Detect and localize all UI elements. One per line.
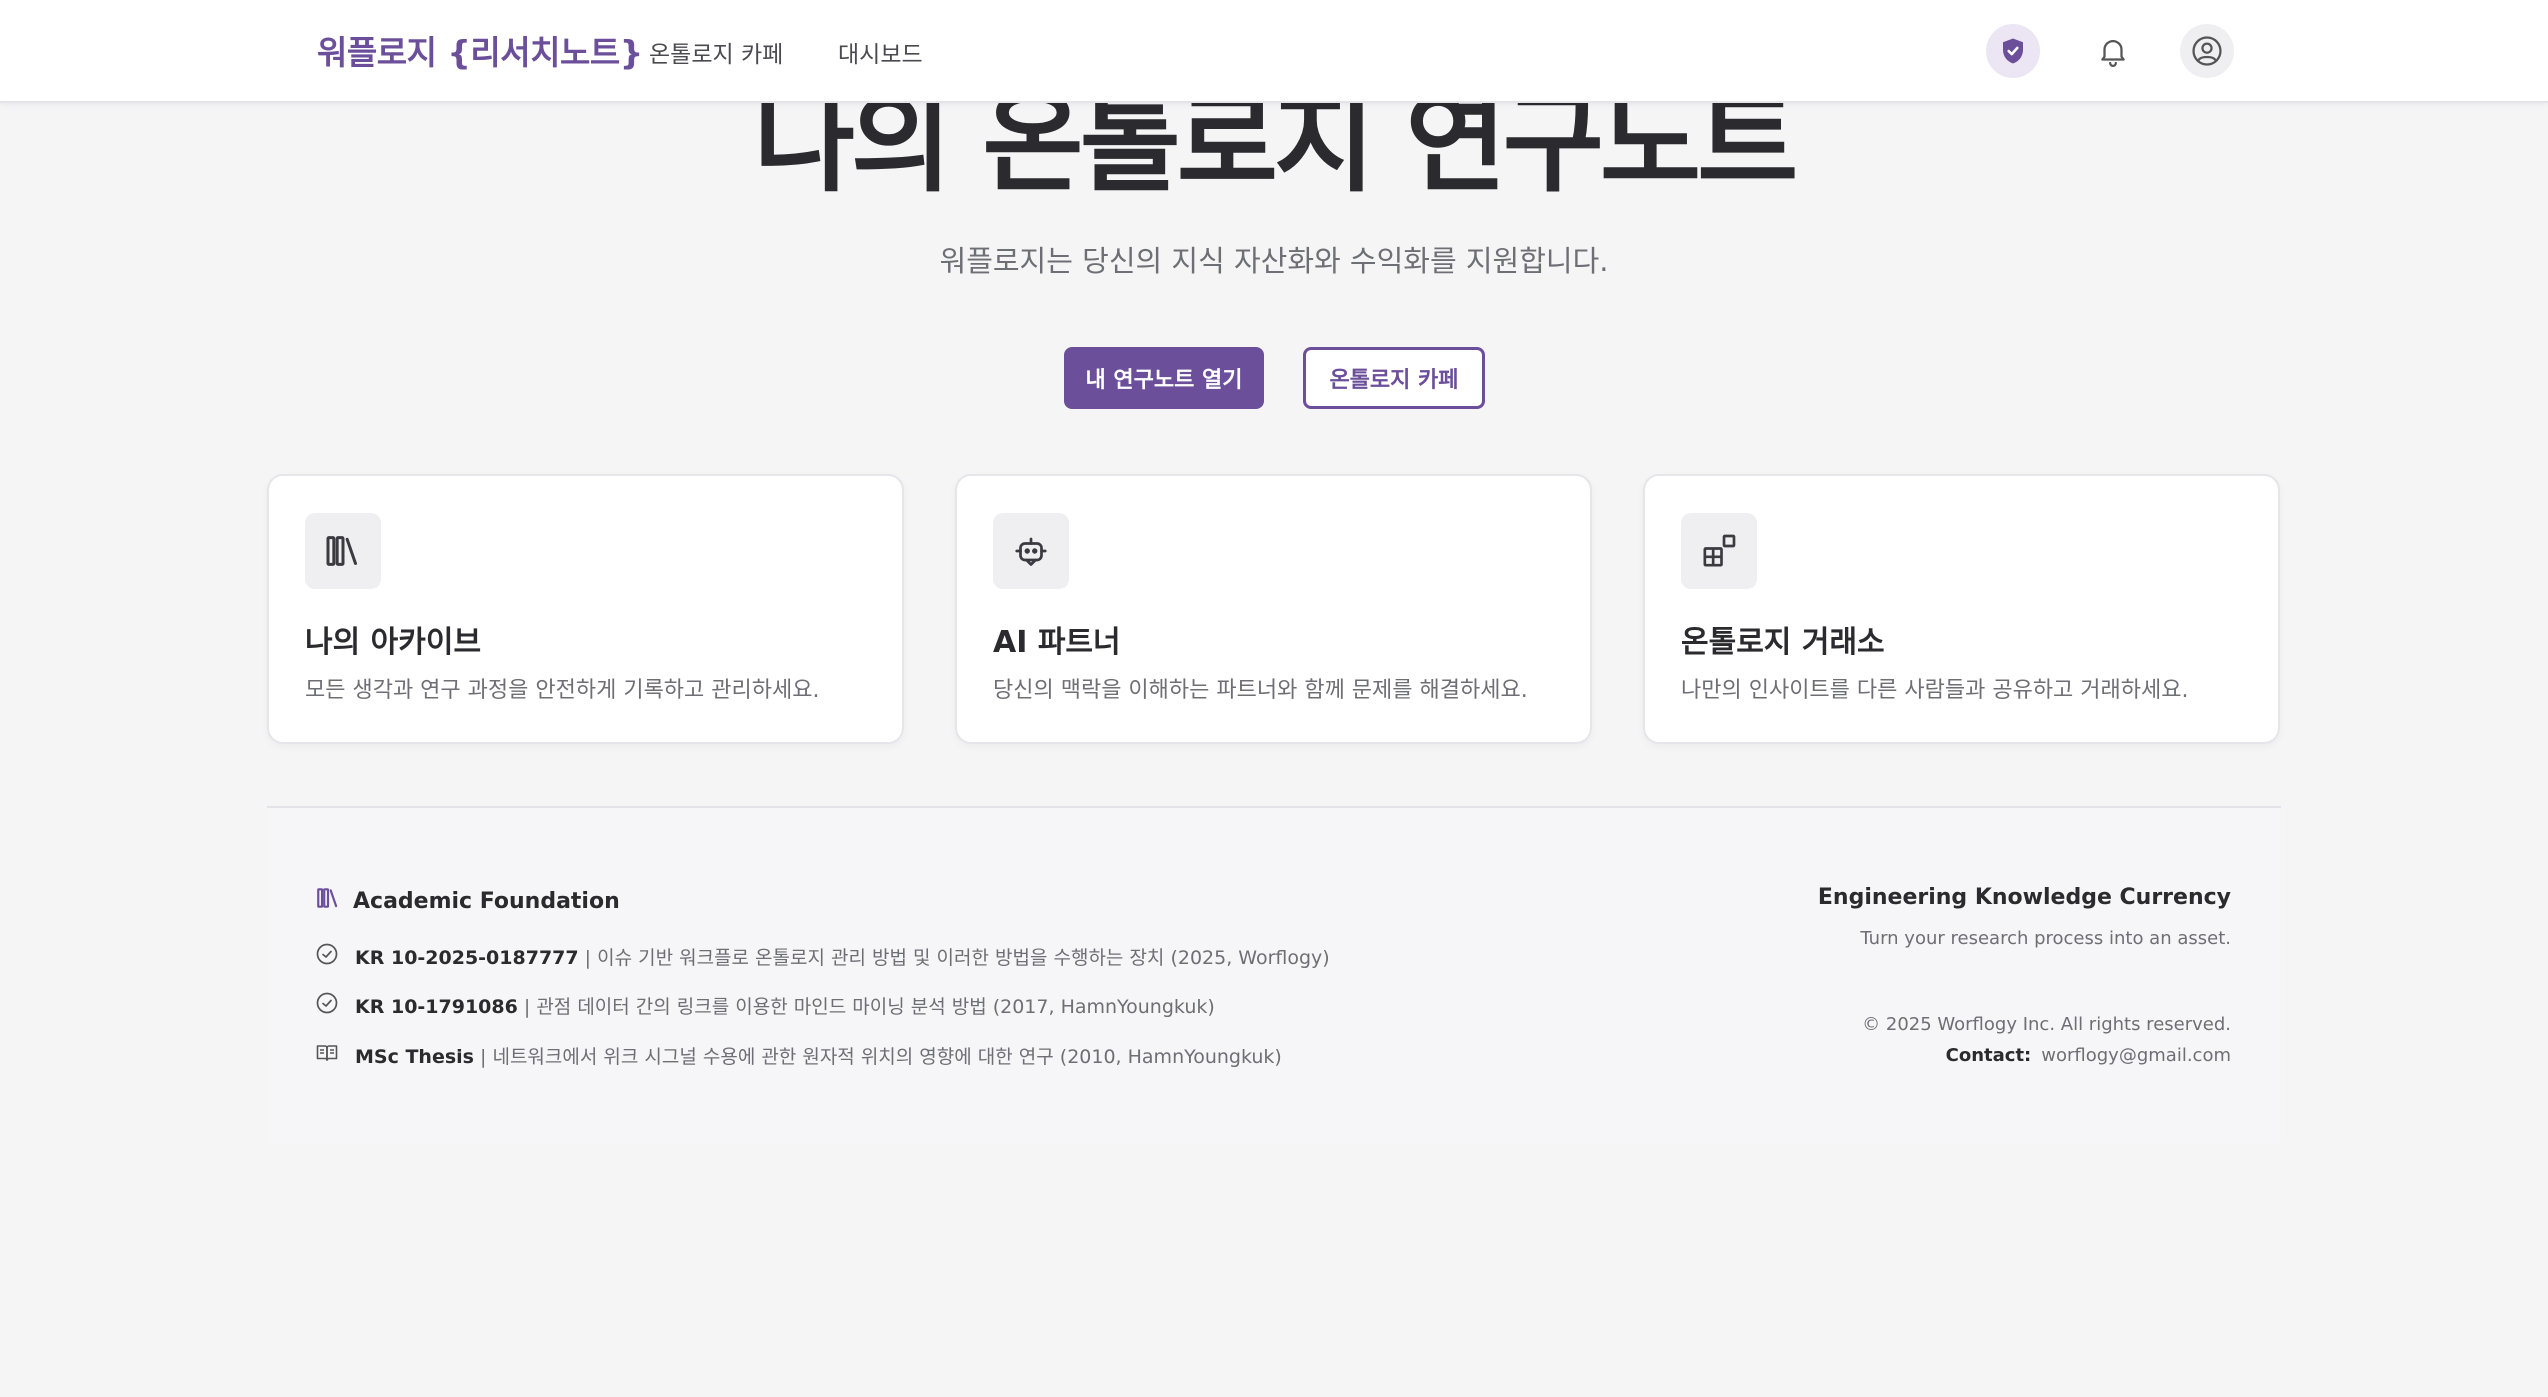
open-research-note-button[interactable]: 내 연구노트 열기: [1064, 347, 1264, 409]
hero-subtitle: 워플로지는 당신의 지식 자산화와 수익화를 지원합니다.: [939, 244, 1609, 278]
shield-check-icon[interactable]: [1986, 24, 2040, 78]
brand-logo[interactable]: 워플로지 {리서치노트}: [317, 26, 643, 74]
check-circle-icon: [315, 942, 339, 971]
copyright-text: © 2025 Worflogy Inc. All rights reserved…: [1862, 1014, 2231, 1035]
reference-label: KR 10-1791086: [355, 996, 518, 1018]
reference-text: | 네트워크에서 위크 시그널 수용에 관한 원자적 위치의 영향에 대한 연구…: [473, 1046, 1282, 1068]
blocks-icon: [1681, 513, 1757, 589]
footer-right-title: Engineering Knowledge Currency: [1817, 885, 2231, 910]
hero-title: 나의 온톨로지 연구노트: [753, 79, 1799, 207]
contact-email[interactable]: worflogy@gmail.com: [2041, 1045, 2231, 1066]
card-title: 나의 아카이브: [305, 625, 482, 660]
feature-card-ontology-exchange[interactable]: 온톨로지 거래소 나만의 인사이트를 다른 사람들과 공유하고 거래하세요.: [1643, 474, 2280, 744]
library-icon: [315, 885, 341, 917]
reference-text: | 이슈 기반 워크플로 온톨로지 관리 방법 및 이러한 방법을 수행하는 장…: [578, 947, 1330, 969]
card-description: 나만의 인사이트를 다른 사람들과 공유하고 거래하세요.: [1681, 678, 2189, 703]
card-description: 당신의 맥락을 이해하는 파트너와 함께 문제를 해결하세요.: [993, 678, 1528, 703]
nav-link-ontology-cafe[interactable]: 온톨로지 카페: [649, 35, 783, 69]
contact-line: Contact: worflogy@gmail.com: [1946, 1045, 2231, 1066]
footer: Academic Foundation KR 10-2025-0187777 |…: [267, 808, 2281, 1143]
card-title: 온톨로지 거래소: [1681, 625, 1885, 660]
footer-right-subtitle: Turn your research process into an asset…: [1860, 928, 2231, 949]
reference-label: MSc Thesis: [355, 1046, 474, 1068]
book-open-icon: [315, 1041, 339, 1070]
footer-reference-item: KR 10-2025-0187777 | 이슈 기반 워크플로 온톨로지 관리 …: [315, 942, 1330, 971]
feature-card-ai-partner[interactable]: AI 파트너 당신의 맥락을 이해하는 파트너와 함께 문제를 해결하세요.: [955, 474, 1592, 744]
reference-label: KR 10-2025-0187777: [355, 947, 579, 969]
footer-left-title: Academic Foundation: [353, 888, 620, 914]
library-icon: [305, 513, 381, 589]
card-title: AI 파트너: [993, 625, 1121, 660]
user-circle-icon[interactable]: [2180, 24, 2234, 78]
check-circle-icon: [315, 991, 339, 1020]
footer-foundation-heading: Academic Foundation: [315, 885, 620, 917]
footer-reference-item: KR 10-1791086 | 관점 데이터 간의 링크를 이용한 마인드 마이…: [315, 991, 1215, 1020]
nav-link-dashboard[interactable]: 대시보드: [838, 35, 923, 69]
ontology-cafe-button[interactable]: 온톨로지 카페: [1303, 347, 1485, 409]
bell-icon[interactable]: [2086, 24, 2140, 78]
bot-icon: [993, 513, 1069, 589]
feature-card-archive[interactable]: 나의 아카이브 모든 생각과 연구 과정을 안전하게 기록하고 관리하세요.: [267, 474, 904, 744]
footer-reference-item: MSc Thesis | 네트워크에서 위크 시그널 수용에 관한 원자적 위치…: [315, 1041, 1282, 1070]
contact-label: Contact:: [1945, 1045, 2032, 1066]
top-navigation: 워플로지 {리서치노트} 온톨로지 카페 대시보드: [0, 0, 2548, 103]
reference-text: | 관점 데이터 간의 링크를 이용한 마인드 마이닝 분석 방법 (2017,…: [517, 996, 1215, 1018]
card-description: 모든 생각과 연구 과정을 안전하게 기록하고 관리하세요.: [305, 678, 820, 703]
